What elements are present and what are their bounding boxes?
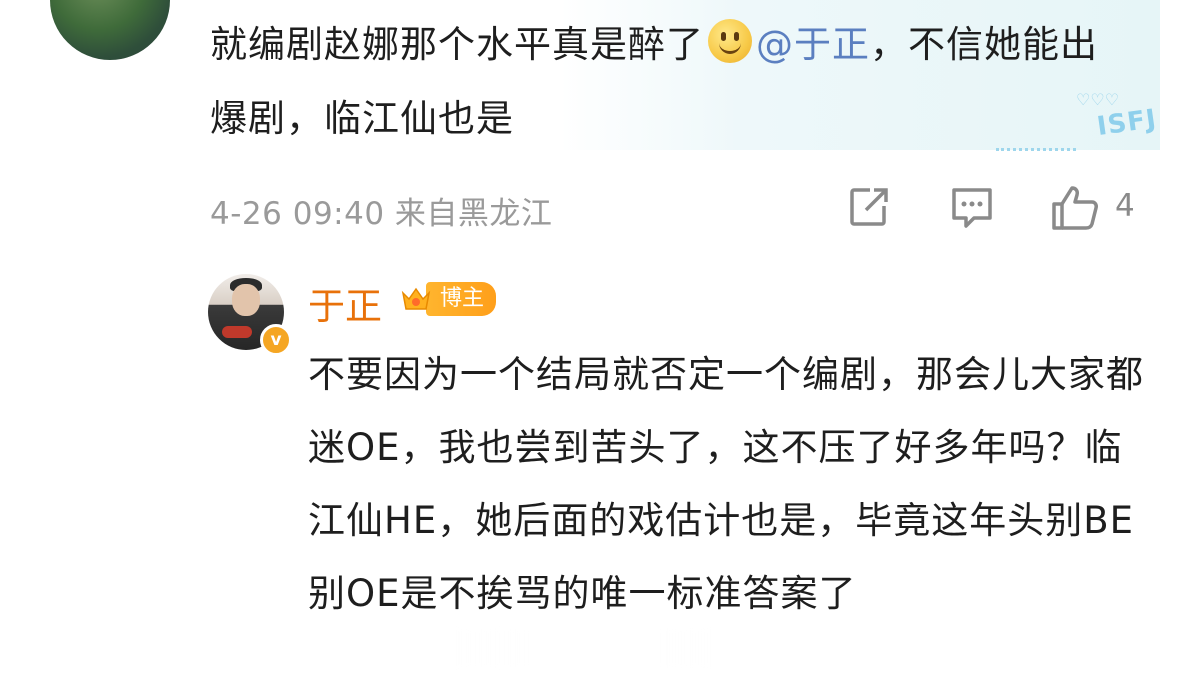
thumbs-up-icon[interactable]	[1050, 184, 1102, 232]
hearts-icon: ♡♡♡	[1076, 90, 1120, 109]
blogger-badge: 博主	[400, 280, 497, 318]
comment-text: 就编剧赵娜那个水平真是醉了 @于正，不信她能出爆剧，临江仙也是	[210, 8, 1110, 156]
isfj-decoration: ♡♡♡ ISFJ	[996, 90, 1161, 156]
comment-icon[interactable]	[948, 184, 996, 230]
commenter-avatar[interactable]	[50, 0, 170, 60]
blogger-badge-label: 博主	[426, 282, 497, 316]
comment-date: 4-26	[210, 196, 283, 232]
mention-link[interactable]: @于正	[756, 23, 870, 66]
comment-meta: 4-26 09:40 来自黑龙江	[210, 188, 552, 233]
share-icon[interactable]	[846, 184, 892, 230]
reply-author-name[interactable]: 于正	[308, 276, 382, 330]
crown-icon	[400, 283, 432, 315]
text-fade-overlay	[455, 628, 715, 668]
smile-emoji-icon	[708, 19, 752, 63]
comment-location: 来自黑龙江	[394, 196, 553, 232]
comment-time: 09:40	[292, 196, 385, 232]
reply-text: 不要因为一个结局就否定一个编剧，那会儿大家都迷OE，我也尝到苦头了，这不压了好多…	[308, 353, 1144, 615]
comment-text-part1: 就编剧赵娜那个水平真是醉了	[210, 23, 704, 66]
verified-badge-icon: v	[260, 324, 292, 356]
like-count: 4	[1115, 188, 1135, 224]
isfj-label: ISFJ	[1095, 103, 1159, 143]
